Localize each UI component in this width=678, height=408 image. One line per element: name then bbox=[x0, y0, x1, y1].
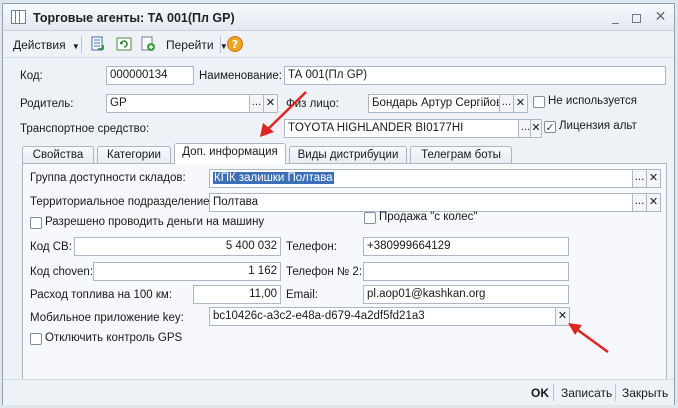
annotation-overlay bbox=[260, 91, 609, 354]
tab-additional-info[interactable]: Доп. информация bbox=[174, 143, 286, 164]
arrow-to-clear-button-icon bbox=[568, 323, 609, 354]
arrow-to-tab-icon bbox=[260, 91, 307, 137]
